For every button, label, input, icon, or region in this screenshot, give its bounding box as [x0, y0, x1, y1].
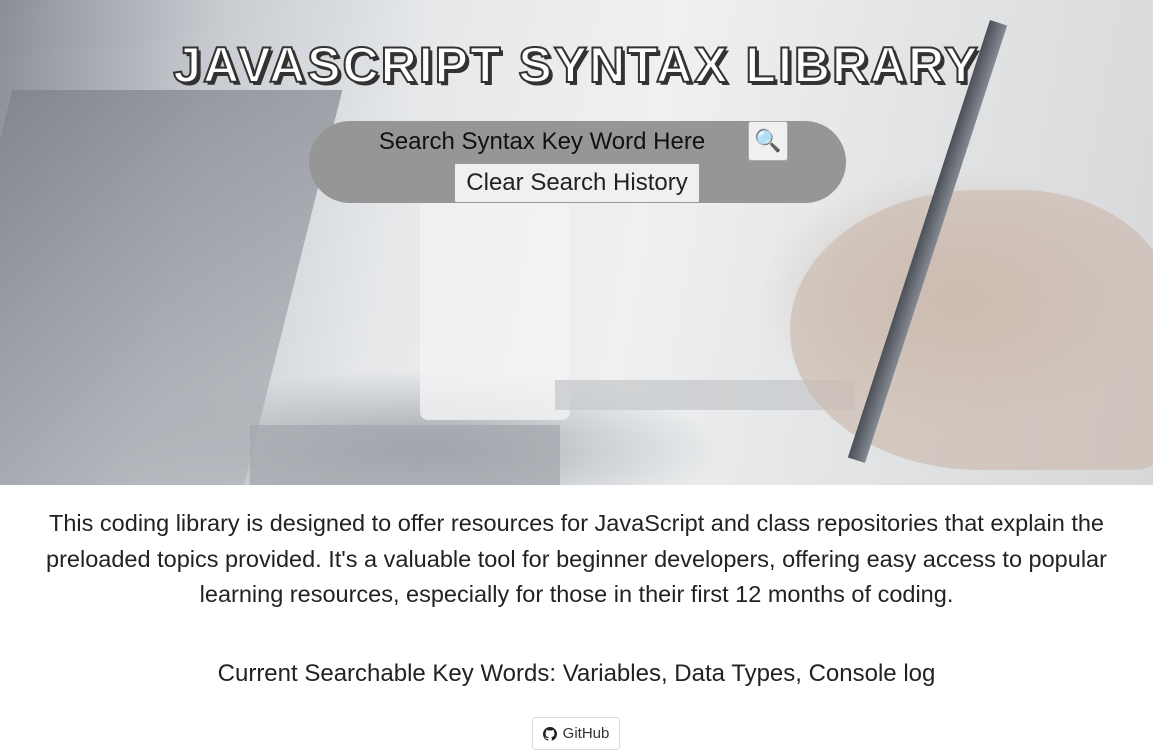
- search-input[interactable]: [340, 124, 744, 160]
- github-label: GitHub: [562, 725, 610, 742]
- github-link[interactable]: GitHub: [532, 717, 620, 750]
- background-mug: [420, 200, 570, 420]
- description-text: This coding library is designed to offer…: [46, 510, 1107, 607]
- search-button[interactable]: 🔍: [748, 121, 788, 161]
- github-icon: [542, 726, 557, 741]
- searchable-keywords: Current Searchable Key Words: Variables,…: [217, 660, 936, 687]
- magnifier-icon: 🔍: [754, 128, 782, 153]
- background-hand: [790, 190, 1153, 470]
- hero-banner: JAVASCRIPT SYNTAX LIBRARY 🔍 Clear Search…: [0, 0, 1153, 485]
- clear-search-history-button[interactable]: Clear Search History: [454, 163, 700, 203]
- background-keyboard: [250, 425, 560, 485]
- page-title: JAVASCRIPT SYNTAX LIBRARY: [172, 36, 980, 94]
